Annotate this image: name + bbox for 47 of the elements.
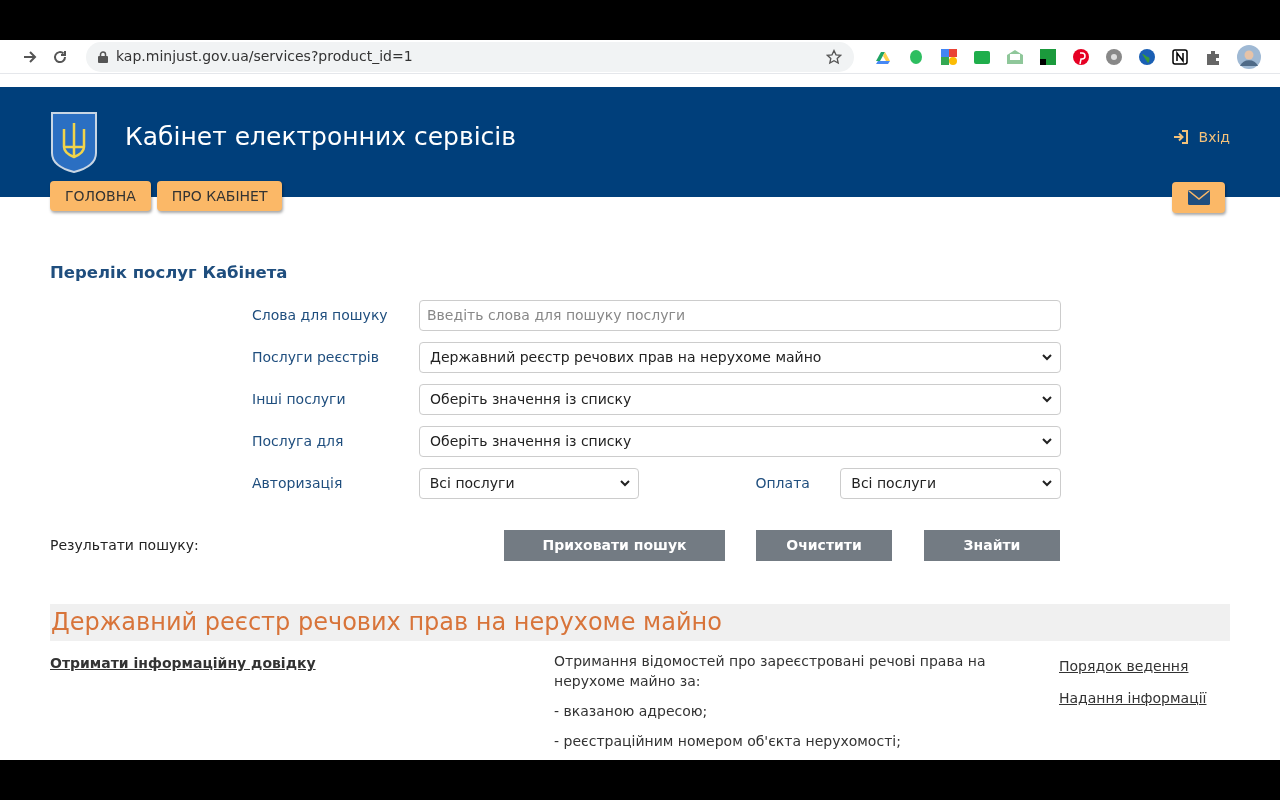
chevron-down-icon — [1042, 395, 1052, 403]
info-link[interactable]: Отримати інформаційну довідку — [50, 654, 316, 671]
field-label: Авторизація — [252, 473, 344, 493]
field-label: Слова для пошуку — [252, 305, 389, 325]
login-link[interactable]: Вхід — [1172, 126, 1230, 148]
registry-title: Державний реєстр речових прав на нерухоме майно — [50, 603, 1230, 641]
description-text: - реєстраційним номером об'єкта нерухомості; — [554, 731, 902, 751]
select-field[interactable]: Державний реєстр речових прав на нерухоме майно — [419, 341, 1061, 373]
chevron-down-icon — [1042, 437, 1052, 445]
side-link[interactable]: Надання інформації — [1059, 687, 1207, 709]
field-label: Оплата — [755, 473, 811, 493]
mail-button[interactable] — [1172, 182, 1225, 213]
forward-icon[interactable] — [22, 48, 38, 65]
select-field[interactable]: Всі послуги — [418, 467, 640, 499]
quadrant-icon[interactable] — [940, 47, 958, 66]
search-field[interactable]: Введіть слова для пошуку послуги — [419, 299, 1061, 331]
action-button[interactable]: Приховати пошук — [504, 529, 725, 561]
nav-button[interactable]: ПРО КАБІНЕТ — [156, 181, 283, 211]
action-button[interactable]: Очистити — [756, 529, 892, 561]
field-label: Послуги реєстрів — [252, 347, 380, 367]
login-icon — [1172, 129, 1189, 145]
chevron-down-icon — [620, 479, 631, 487]
site-title: Кабінет електронних сервісів — [125, 121, 517, 154]
lock-icon — [98, 50, 108, 63]
field-label: Послуга для — [252, 431, 345, 451]
nav-button[interactable]: ГОЛОВНА — [50, 181, 151, 211]
chevron-down-icon — [1042, 353, 1052, 361]
select-field[interactable]: Всі послуги — [840, 467, 1061, 499]
globe-icon[interactable] — [1138, 47, 1156, 66]
star-icon[interactable] — [826, 48, 842, 65]
address-bar[interactable]: kap.minjust.gov.ua/services?product_id=1 — [86, 41, 854, 72]
field-label: Інші послуги — [252, 389, 347, 409]
description-text: - вказаною адресою; — [554, 701, 709, 721]
section-title: Перелік послуг Кабінета — [50, 262, 289, 284]
description-text: Отримання відомостей про зареєстровані речові права на нерухоме майно за: — [554, 651, 987, 691]
square-icon[interactable] — [1039, 47, 1057, 66]
url-text: kap.minjust.gov.ua/services?product_id=1 — [116, 47, 414, 66]
select-field[interactable]: Оберіть значення із списку — [419, 425, 1061, 457]
avatar-icon[interactable] — [1237, 44, 1261, 69]
reload-icon[interactable] — [52, 48, 68, 65]
pin-icon[interactable] — [1072, 47, 1090, 66]
action-button[interactable]: Знайти — [924, 529, 1060, 561]
coat-of-arms-icon — [50, 111, 98, 173]
results-label: Результати пошуку: — [50, 535, 200, 555]
chevron-down-icon — [1042, 479, 1052, 487]
side-link[interactable]: Порядок ведення — [1059, 655, 1207, 677]
select-field[interactable]: Оберіть значення із списку — [419, 383, 1061, 415]
